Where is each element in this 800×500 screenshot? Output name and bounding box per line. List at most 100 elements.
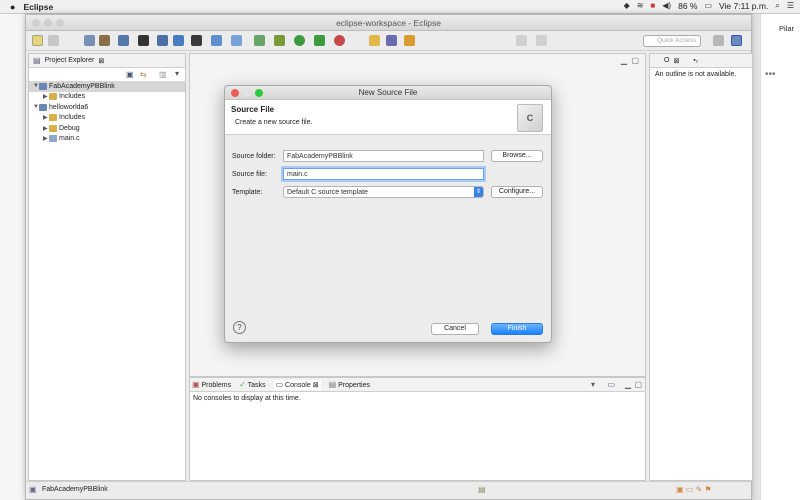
- perspective-icon[interactable]: [713, 35, 724, 46]
- settings-icon[interactable]: [118, 35, 129, 46]
- project-icon: [39, 103, 47, 111]
- quick-access-input[interactable]: Quick Access: [643, 35, 701, 47]
- tab-properties-label: Properties: [338, 381, 370, 389]
- tree-item[interactable]: ▶ Debug: [29, 123, 185, 134]
- tree-item[interactable]: ▼ FabAcademyPBBlink: [29, 81, 185, 92]
- coverage-icon[interactable]: [334, 35, 345, 46]
- tab-console-label: Console: [285, 381, 311, 389]
- tab-properties[interactable]: ▤ Properties: [329, 380, 370, 390]
- close-icon[interactable]: ⊠: [313, 382, 319, 389]
- configure-button[interactable]: Configure...: [491, 186, 543, 198]
- template-value: Default C source template: [287, 188, 368, 196]
- wifi-icon[interactable]: ≋: [637, 1, 644, 11]
- template-select[interactable]: Default C source template ⇕: [283, 186, 484, 198]
- console-panel: ▣ Problems ✓ Tasks ▭ Console ⊠ ▤ Propert…: [189, 377, 646, 481]
- app-menu[interactable]: Eclipse: [23, 2, 53, 12]
- new-file-icon[interactable]: [231, 35, 242, 46]
- debug-icon[interactable]: [173, 35, 184, 46]
- main-toolbar: Quick Access: [26, 31, 751, 51]
- tab-tasks[interactable]: ✓ Tasks: [239, 380, 265, 390]
- collapse-all-icon[interactable]: ▣: [126, 70, 134, 80]
- tasks-icon: ✓: [239, 379, 246, 389]
- browse-button[interactable]: Browse...: [491, 150, 543, 162]
- project-icon: ▣: [29, 485, 37, 494]
- new-source-file-dialog: New Source File Source File Create a new…: [224, 85, 552, 343]
- console-pin-icon[interactable]: ▾: [591, 380, 595, 390]
- close-icon[interactable]: ⊠: [98, 57, 104, 65]
- maximize-icon[interactable]: ▢: [631, 56, 639, 66]
- run-external-icon[interactable]: [314, 35, 325, 46]
- search-tool-icon[interactable]: [386, 35, 397, 46]
- new-folder-icon[interactable]: [211, 35, 222, 46]
- tree-item[interactable]: ▶ main.c: [29, 134, 185, 145]
- console-tabs: ▣ Problems ✓ Tasks ▭ Console ⊠ ▤ Propert…: [190, 378, 645, 392]
- mac-menubar: ● Eclipse ◆ ≋ ■ ◀) 86 % ▭ Vie 7:11 p.m. …: [0, 0, 800, 14]
- pen-icon[interactable]: [404, 35, 415, 46]
- volume-icon[interactable]: ◀): [662, 1, 671, 11]
- bug-icon[interactable]: [274, 35, 285, 46]
- help-icon[interactable]: ?: [233, 321, 246, 334]
- select-arrows-icon: ⇕: [474, 187, 483, 197]
- explorer-icon: ▤: [33, 55, 41, 65]
- folder-icon: [49, 124, 57, 132]
- more-icon[interactable]: •••: [765, 69, 776, 80]
- status-icons-icon[interactable]: ▣ ▭ ✎ ⚑: [676, 485, 712, 495]
- dropbox-icon[interactable]: ◆: [624, 1, 630, 11]
- build-icon[interactable]: [84, 35, 95, 46]
- close-icon[interactable]: ⊠: [673, 57, 679, 65]
- c-file-icon: C: [517, 104, 543, 132]
- battery-icon[interactable]: ▭: [704, 1, 712, 11]
- nav-forward-icon[interactable]: [536, 35, 547, 46]
- nav-back-icon[interactable]: [516, 35, 527, 46]
- status-text: FabAcademyPBBlink: [42, 486, 108, 493]
- tree-item[interactable]: ▼ helloworlda6: [29, 102, 185, 113]
- avr-upload-icon[interactable]: [191, 35, 202, 46]
- avr-icon[interactable]: [138, 35, 149, 46]
- background-app-right: Pilar •••: [760, 14, 800, 500]
- status-task-icon[interactable]: ▤: [478, 485, 486, 495]
- project-tree: ▼ FabAcademyPBBlink ▶ Includes ▼ helloworlda6…: [29, 81, 185, 144]
- tab-problems[interactable]: ▣ Problems: [192, 380, 231, 390]
- project-explorer-panel: ▤ Project Explorer ⊠ ▣ ⇆ ▥ ▾ ▼ FabAcademy…: [28, 53, 186, 481]
- tree-item-label: Includes: [59, 93, 86, 101]
- link-editor-icon[interactable]: ⇆: [140, 70, 147, 80]
- finish-button[interactable]: Finish: [491, 323, 543, 335]
- console-message: No consoles to display at this time.: [193, 395, 301, 402]
- console-display-icon[interactable]: ▭: [607, 380, 615, 390]
- apple-icon[interactable]: ●: [10, 2, 15, 12]
- new-icon[interactable]: [32, 35, 43, 46]
- new-class-icon[interactable]: [254, 35, 265, 46]
- dialog-header: Source File Create a new source file. C: [225, 100, 551, 135]
- project-explorer-tab[interactable]: Project Explorer: [45, 57, 95, 64]
- tab-console[interactable]: ▭ Console ⊠: [273, 379, 321, 390]
- source-folder-label: Source folder:: [232, 153, 276, 160]
- dialog-title: New Source File: [358, 88, 418, 97]
- list-icon[interactable]: ☰: [787, 1, 794, 11]
- open-folder-icon[interactable]: [369, 35, 380, 46]
- tree-item-label: main.c: [59, 135, 80, 143]
- background-app-left: [0, 14, 25, 500]
- filter-icon[interactable]: ▥: [159, 70, 167, 80]
- monitor-icon[interactable]: [157, 35, 168, 46]
- folder-icon: [49, 114, 57, 122]
- maximize-icon[interactable]: ▢: [634, 380, 642, 390]
- tree-item[interactable]: ▶ Includes: [29, 92, 185, 103]
- source-folder-input[interactable]: FabAcademyPBBlink: [283, 150, 484, 162]
- save-icon[interactable]: [48, 35, 59, 46]
- c-perspective-icon[interactable]: [731, 35, 742, 46]
- tree-item[interactable]: ▶ Includes: [29, 113, 185, 124]
- view-menu-icon[interactable]: ▾: [175, 69, 179, 79]
- outline-message: An outline is not available.: [655, 71, 737, 78]
- properties-icon: ▤: [328, 379, 337, 389]
- clock[interactable]: Vie 7:11 p.m.: [719, 1, 768, 11]
- run-icon[interactable]: [294, 35, 305, 46]
- build-targets-icon[interactable]: ▪₂: [693, 57, 698, 64]
- minimize-icon[interactable]: ▁: [625, 380, 631, 390]
- search-icon[interactable]: ⌕: [775, 1, 779, 11]
- minimize-icon[interactable]: ▁: [621, 56, 627, 66]
- outline-tab[interactable]: O: [664, 57, 669, 64]
- hammer-icon[interactable]: [99, 35, 110, 46]
- dialog-titlebar: New Source File: [225, 86, 551, 100]
- source-file-input[interactable]: main.c: [283, 168, 484, 180]
- cancel-button[interactable]: Cancel: [431, 323, 479, 335]
